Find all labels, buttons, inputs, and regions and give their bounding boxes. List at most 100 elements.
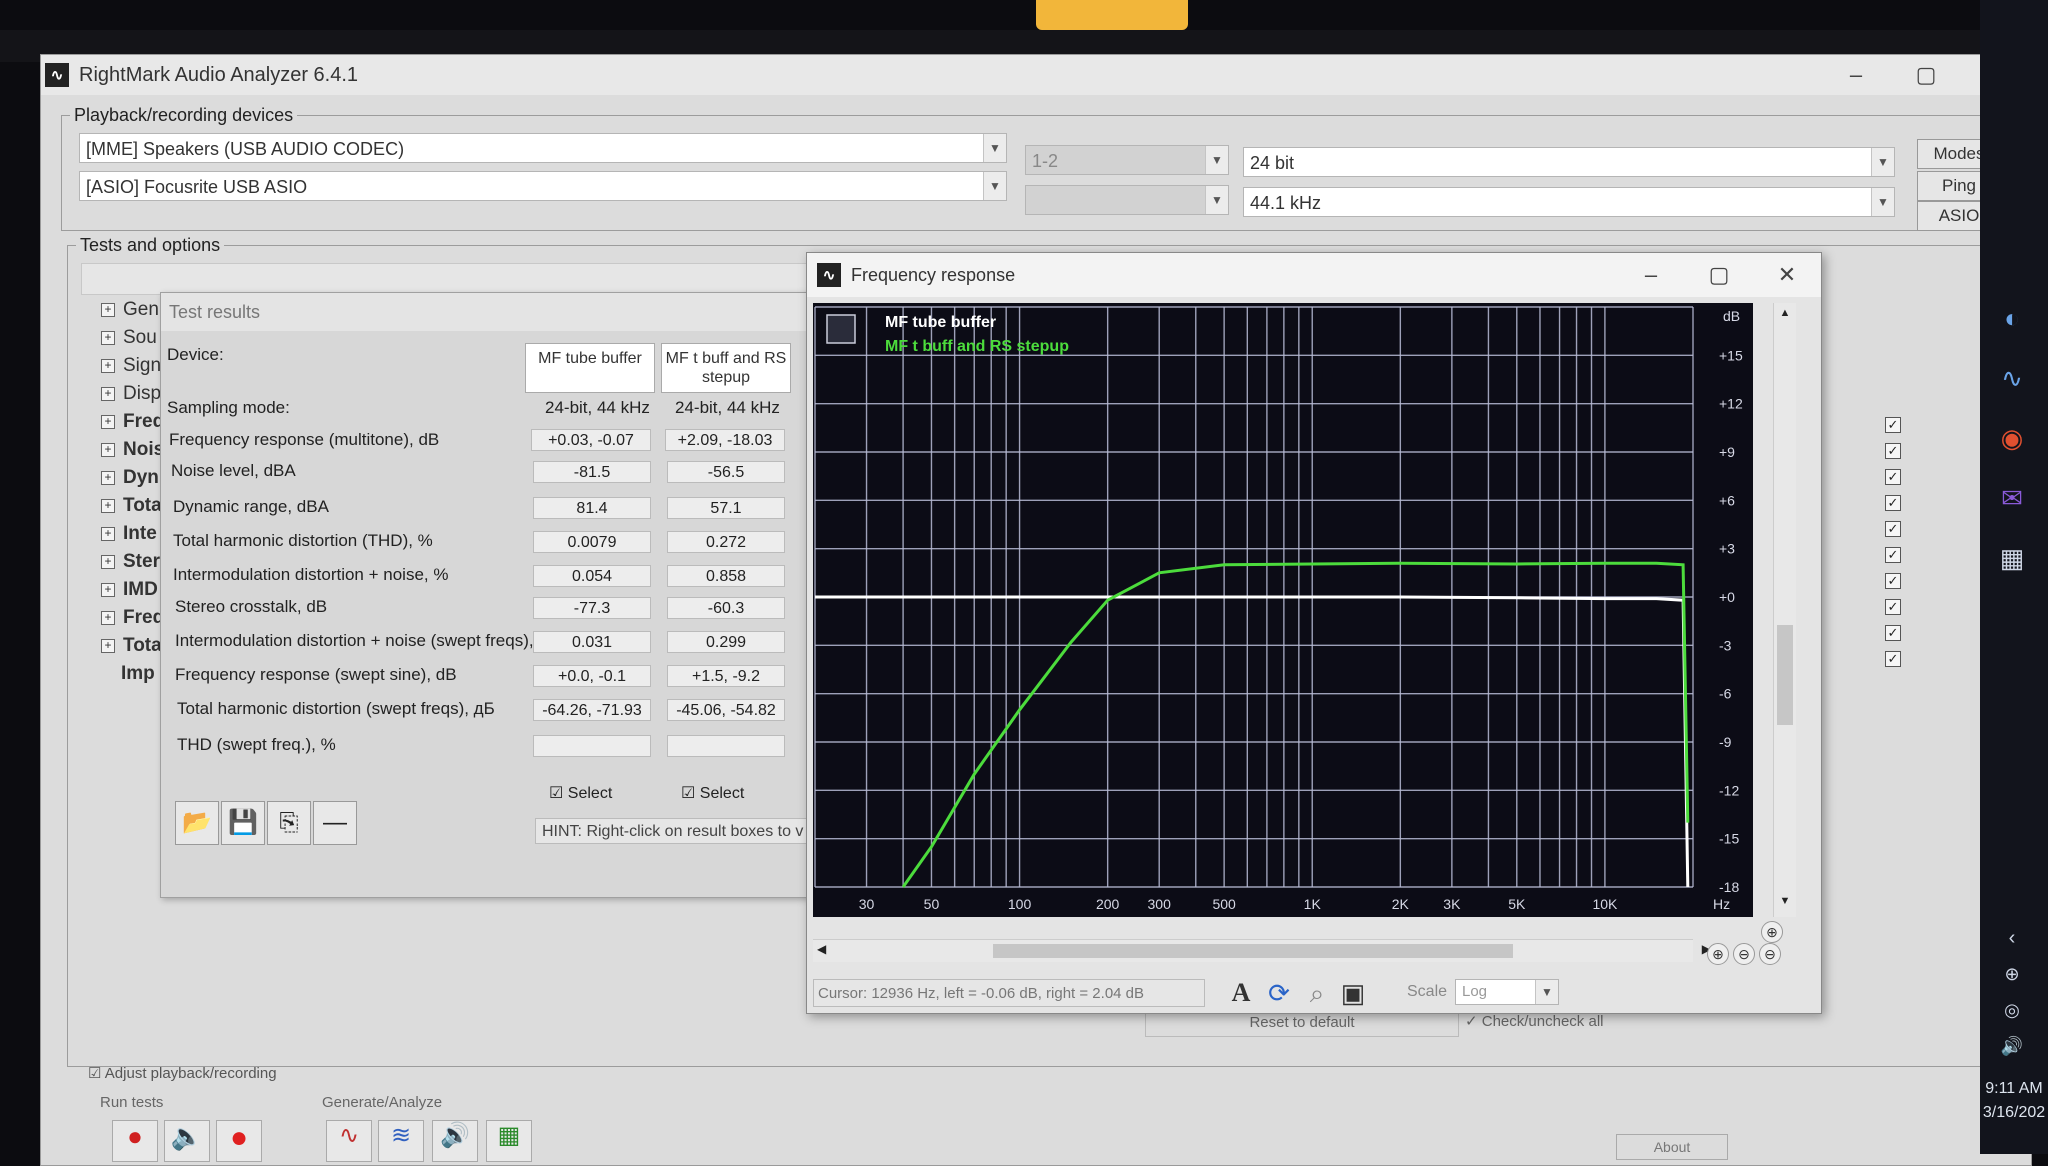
messenger-icon[interactable]: ✉ — [1994, 480, 2030, 516]
result-box[interactable]: -60.3 — [667, 597, 785, 619]
frequency-graph[interactable]: +15 +12 +9 +6 +3 +0 -3 -6 -9 -12 -15 -18 dB 30 50 100 20… — [813, 303, 1753, 917]
result-box[interactable]: 57.1 — [667, 497, 785, 519]
tree-item[interactable]: + Tota — [101, 633, 162, 659]
scroll-up-icon[interactable]: ▲ — [1776, 307, 1794, 325]
generate-button[interactable]: ∿ — [326, 1120, 372, 1162]
result-box[interactable]: 0.272 — [667, 531, 785, 553]
analyze-button[interactable]: ≋ — [378, 1120, 424, 1162]
test-checkbox[interactable]: ✓ — [1885, 599, 1901, 615]
tree-item[interactable]: + Inte — [101, 521, 157, 547]
test-checkbox[interactable]: ✓ — [1885, 417, 1901, 433]
expand-icon: + — [101, 359, 115, 373]
globe-icon[interactable]: ◎ — [1994, 992, 2030, 1028]
scroll-thumb[interactable] — [993, 944, 1513, 958]
test-checkbox[interactable]: ✓ — [1885, 443, 1901, 459]
result-box[interactable] — [667, 735, 785, 757]
select-checkbox-1[interactable]: ☑ Select — [549, 783, 612, 803]
test-checkbox[interactable]: ✓ — [1885, 651, 1901, 667]
tree-item[interactable]: + Ster — [101, 549, 160, 575]
bit-depth-select[interactable]: 24 bit ▼ — [1243, 147, 1895, 177]
result-box[interactable]: +0.03, -0.07 — [531, 429, 651, 451]
result-box[interactable]: 0.858 — [667, 565, 785, 587]
test-checkbox[interactable]: ✓ — [1885, 547, 1901, 563]
recording-device-select[interactable]: [ASIO] Focusrite USB ASIO ▼ — [79, 171, 1007, 201]
refresh-icon[interactable]: ⟳ — [1263, 977, 1295, 1009]
zoom-reset-icon[interactable]: ⊖ — [1759, 943, 1781, 965]
copy-button[interactable]: ⎘ — [267, 801, 311, 845]
horizontal-scrollbar[interactable]: ◀ ▶ — [813, 939, 1711, 962]
save-button[interactable]: 💾 — [221, 801, 265, 845]
speaker-button[interactable]: 🔈 — [164, 1120, 210, 1162]
font-icon[interactable]: A — [1225, 977, 1257, 1009]
open-folder-button[interactable]: 📂 — [175, 801, 219, 845]
test-checkbox[interactable]: ✓ — [1885, 469, 1901, 485]
tree-label: Nois — [123, 439, 165, 460]
result-box[interactable]: -77.3 — [533, 597, 651, 619]
sample-rate-select[interactable]: 44.1 kHz ▼ — [1243, 187, 1895, 217]
tree-item[interactable]: + Freq — [101, 409, 164, 435]
run-test-button[interactable]: ● — [112, 1120, 158, 1162]
result-box[interactable]: -81.5 — [533, 461, 651, 483]
tree-item[interactable]: + Nois — [101, 437, 164, 463]
maximize-button[interactable]: ▢ — [1685, 253, 1753, 297]
tree-item[interactable]: + Sign — [101, 353, 161, 379]
tree-item[interactable]: Imp — [121, 661, 155, 687]
test-checkbox[interactable]: ✓ — [1885, 495, 1901, 511]
scroll-left-icon[interactable]: ◀ — [817, 942, 826, 956]
record-button[interactable]: ● — [216, 1120, 262, 1162]
tree-item[interactable]: + IMD — [101, 577, 158, 603]
adjust-checkbox[interactable]: ☑ Adjust playback/recording — [88, 1064, 277, 1082]
test-checkbox[interactable]: ✓ — [1885, 573, 1901, 589]
about-button[interactable]: About — [1616, 1134, 1728, 1160]
result-box[interactable]: 81.4 — [533, 497, 651, 519]
playback-device-select[interactable]: [MME] Speakers (USB AUDIO CODEC) ▼ — [79, 133, 1007, 163]
result-box[interactable]: +0.0, -0.1 — [533, 665, 651, 687]
result-box[interactable]: -45.06, -54.82 — [667, 699, 785, 721]
channels-select[interactable]: 1-2 ▼ — [1025, 145, 1229, 175]
zoom-in-icon[interactable]: ⊕ — [1707, 943, 1729, 965]
result-box[interactable]: 0.299 — [667, 631, 785, 653]
edge-icon[interactable]: ◐ — [1994, 300, 2030, 336]
minimize-button[interactable]: – — [1617, 253, 1685, 297]
result-box[interactable]: +1.5, -9.2 — [667, 665, 785, 687]
device-column-1[interactable]: MF tube buffer — [525, 343, 655, 393]
tree-item[interactable]: + Sou — [101, 325, 157, 351]
app-icon[interactable]: ▦ — [1994, 540, 2030, 576]
tree-item[interactable]: + Gen — [101, 297, 159, 323]
result-box[interactable]: 0.0079 — [533, 531, 651, 553]
chevron-left-icon[interactable]: ‹ — [1994, 920, 2030, 956]
test-checkbox[interactable]: ✓ — [1885, 521, 1901, 537]
tree-item[interactable]: + Dyn — [101, 465, 159, 491]
tree-item[interactable]: + Tota — [101, 493, 162, 519]
result-box[interactable]: -64.26, -71.93 — [533, 699, 651, 721]
channels-select-2[interactable]: ▼ — [1025, 185, 1229, 215]
chrome-icon[interactable]: ◉ — [1994, 420, 2030, 456]
minimize-button[interactable]: – — [1821, 55, 1891, 95]
result-box[interactable]: 0.054 — [533, 565, 651, 587]
result-box[interactable]: +2.09, -18.03 — [665, 429, 785, 451]
remove-button[interactable]: — — [313, 801, 357, 845]
maximize-button[interactable]: ▢ — [1891, 55, 1961, 95]
result-box[interactable]: 0.031 — [533, 631, 651, 653]
test-checkbox[interactable]: ✓ — [1885, 625, 1901, 641]
graph-button[interactable]: ▦ — [486, 1120, 532, 1162]
vertical-scrollbar[interactable]: ▲ ▼ — [1773, 303, 1796, 917]
device-column-2[interactable]: MF t buff and RS stepup — [661, 343, 791, 393]
zoom-out-icon[interactable]: ⊖ — [1733, 943, 1755, 965]
save-icon[interactable]: ▣ — [1337, 977, 1369, 1009]
close-button[interactable]: ✕ — [1753, 253, 1821, 297]
scale-select[interactable]: Log ▼ — [1455, 979, 1559, 1005]
network-icon[interactable]: ⊕ — [1994, 956, 2030, 992]
volume-icon[interactable]: 🔊 — [1994, 1028, 2030, 1064]
tree-item[interactable]: + Freq — [101, 605, 164, 631]
select-checkbox-2[interactable]: ☑ Select — [681, 783, 744, 803]
audio-app-icon[interactable]: ∿ — [1994, 360, 2030, 396]
result-box[interactable] — [533, 735, 651, 757]
search-icon[interactable]: ⌕ — [1301, 977, 1333, 1009]
tree-item[interactable]: + Disp — [101, 381, 161, 407]
result-box[interactable]: -56.5 — [667, 461, 785, 483]
scroll-thumb[interactable] — [1777, 625, 1793, 725]
scroll-down-icon[interactable]: ▼ — [1776, 895, 1794, 913]
zoom-in-vertical-icon[interactable]: ⊕ — [1761, 921, 1783, 943]
monitor-button[interactable]: 🔊 — [432, 1120, 478, 1162]
